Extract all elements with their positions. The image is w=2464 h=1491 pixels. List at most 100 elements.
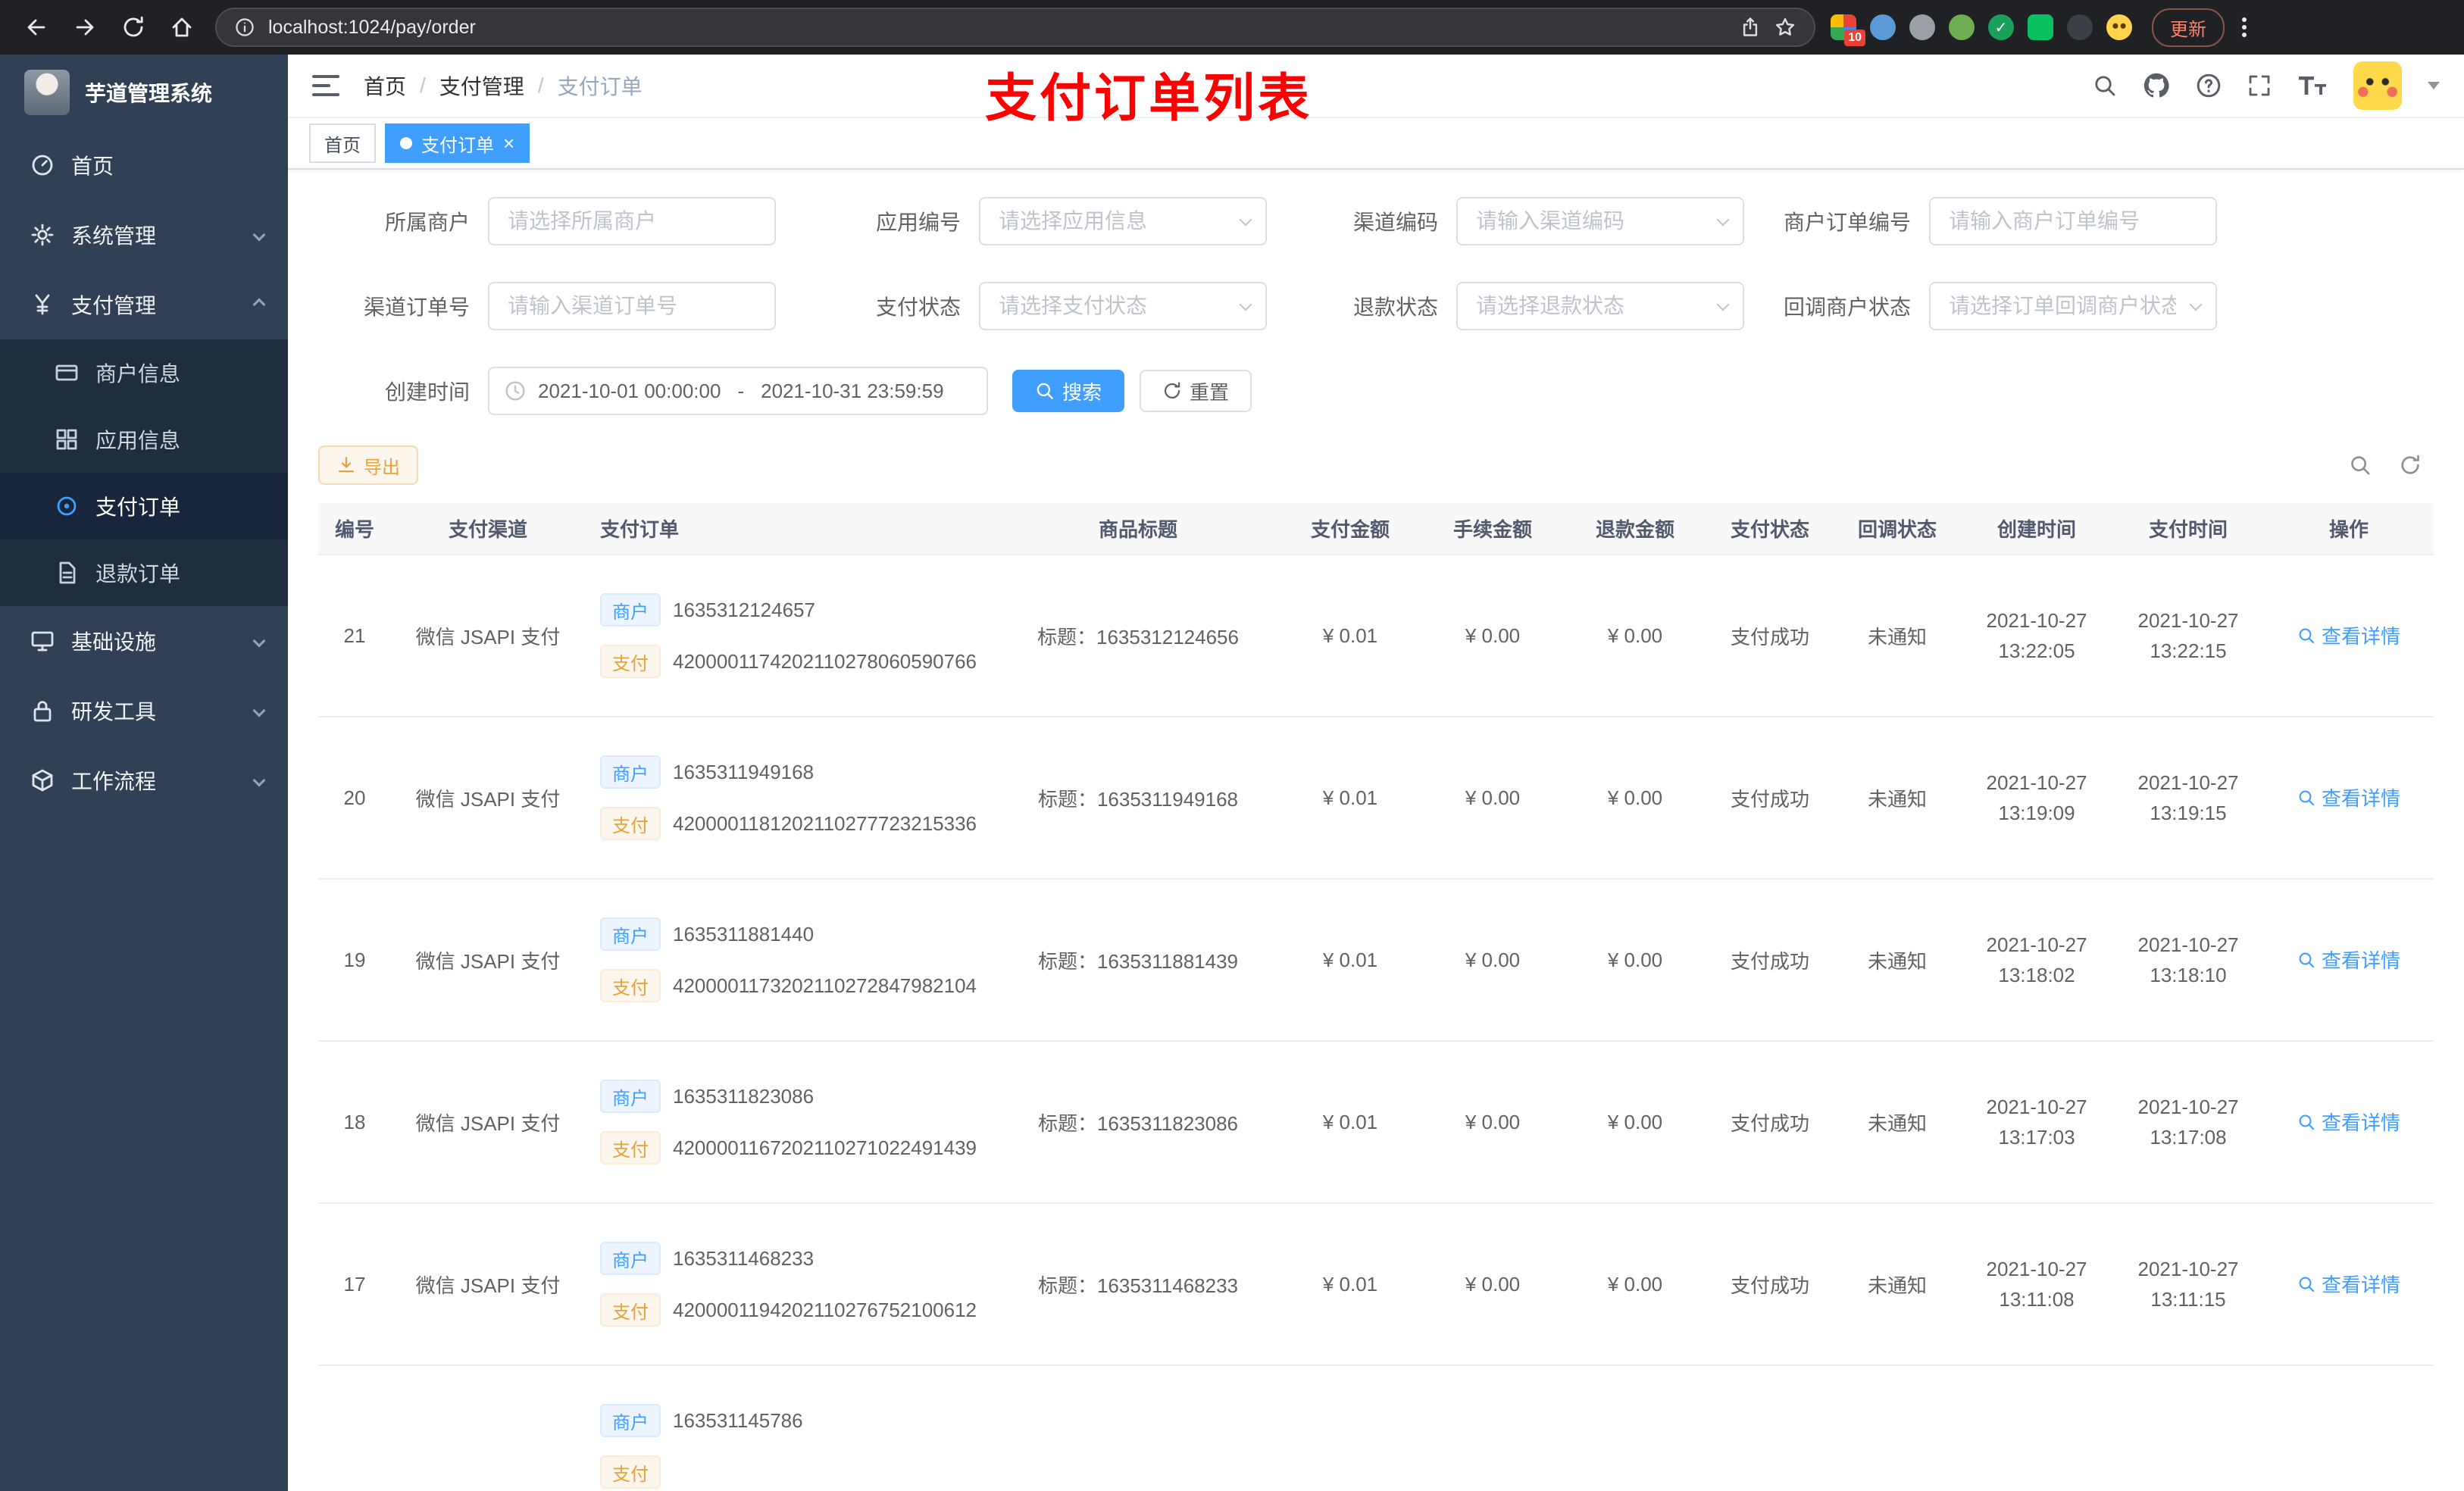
col-create-time: 创建时间: [1961, 503, 2112, 555]
reset-button[interactable]: 重置: [1140, 370, 1252, 412]
filter-row-create-time: 创建时间 2021-10-01 00:00:00 - 2021-10-31 23…: [318, 367, 2434, 415]
info-icon[interactable]: [235, 17, 255, 37]
extension-icon[interactable]: ✓: [1988, 14, 2014, 40]
extension-badge: 10: [1844, 30, 1865, 46]
address-bar[interactable]: localhost:1024/pay/order: [215, 8, 1815, 47]
avatar[interactable]: [2353, 61, 2402, 110]
grid-icon: [55, 427, 79, 452]
breadcrumb-item[interactable]: 首页: [364, 70, 406, 101]
fullscreen-icon[interactable]: [2247, 73, 2272, 98]
tab-home[interactable]: 首页: [309, 123, 376, 163]
sidebar-item-infra[interactable]: 基础设施: [0, 606, 288, 676]
chevron-down-icon: [252, 774, 266, 787]
col-status: 支付状态: [1706, 503, 1834, 555]
view-details-link[interactable]: 查看详情: [2297, 1270, 2400, 1298]
cell-pay-order: 商户 163531145786 支付: [585, 1365, 997, 1491]
search-icon[interactable]: [2093, 73, 2117, 98]
merchant-order-no-input[interactable]: [1929, 197, 2217, 245]
channel-code-select[interactable]: [1456, 197, 1744, 245]
extension-icon[interactable]: [1909, 14, 1935, 40]
sidebar-item-workflow[interactable]: 工作流程: [0, 746, 288, 815]
font-size-icon[interactable]: [2297, 73, 2328, 98]
toggle-search-icon[interactable]: [2349, 454, 2372, 477]
sidebar-item-app-info[interactable]: 应用信息: [0, 406, 288, 473]
sidebar-item-payment[interactable]: 支付管理: [0, 270, 288, 339]
view-details-link[interactable]: 查看详情: [2297, 621, 2400, 649]
view-details-link[interactable]: 查看详情: [2297, 783, 2400, 811]
url-text[interactable]: localhost:1024/pay/order: [268, 17, 1726, 39]
page-header: 首页 / 支付管理 / 支付订单 支付订单列表: [288, 55, 2464, 127]
forward-icon[interactable]: [73, 15, 97, 39]
merchant-tag: 商户: [600, 1242, 661, 1275]
cell-pay-time: 2021-10-27 13:22:15: [2112, 555, 2264, 717]
close-icon[interactable]: ×: [503, 133, 514, 153]
sidebar-item-label: 应用信息: [95, 429, 181, 452]
sidebar-item-home[interactable]: 首页: [0, 130, 288, 200]
table-toolbar-right: [2349, 454, 2434, 477]
cell-actions: 查看详情: [2264, 555, 2434, 717]
sidebar-item-pay-order[interactable]: 支付订单: [0, 473, 288, 539]
sidebar-item-label: 基础设施: [71, 630, 157, 654]
merchant-tag: 商户: [600, 917, 661, 951]
extension-icon[interactable]: [1949, 14, 1975, 40]
date-range-picker[interactable]: 2021-10-01 00:00:00 - 2021-10-31 23:59:5…: [488, 367, 988, 415]
bookmark-star-icon[interactable]: [1775, 17, 1796, 38]
channel-order-no-input[interactable]: [488, 282, 776, 330]
table-row: 18 微信 JSAPI 支付 商户 1635311823086 支付 4200001…: [318, 1041, 2434, 1204]
field-label: 退款状态: [1352, 295, 1438, 319]
extension-icon[interactable]: 10: [1831, 14, 1865, 46]
export-button[interactable]: 导出: [318, 445, 418, 485]
browser-nav: [18, 15, 200, 39]
tags-view-bar: 首页 支付订单 ×: [288, 118, 2464, 170]
back-icon[interactable]: [24, 15, 48, 39]
cell-notify: [1834, 1365, 1961, 1491]
app-select[interactable]: [979, 197, 1267, 245]
sidebar-item-label: 首页: [71, 155, 114, 178]
github-icon[interactable]: [2143, 72, 2170, 99]
merchant-input[interactable]: [488, 197, 776, 245]
sidebar-item-merchant-info[interactable]: 商户信息: [0, 339, 288, 406]
cell-channel: 微信 JSAPI 支付: [391, 1203, 585, 1366]
extension-icon[interactable]: [2106, 14, 2132, 40]
notify-status-select[interactable]: [1929, 282, 2217, 330]
caret-down-icon[interactable]: [2428, 82, 2440, 89]
sidebar-item-refund-order[interactable]: 退款订单: [0, 539, 288, 606]
home-icon[interactable]: [170, 15, 194, 39]
chevron-up-icon: [252, 298, 266, 311]
pay-tag: 支付: [600, 1293, 661, 1327]
field-label: 渠道订单号: [363, 295, 470, 319]
search-button[interactable]: 搜索: [1012, 370, 1125, 412]
filter-field-notify-status: 回调商户状态: [1759, 282, 2434, 330]
chevron-down-icon: [252, 704, 266, 717]
reload-icon[interactable]: [121, 15, 145, 39]
cell-notify: 未通知: [1834, 879, 1961, 1042]
share-icon[interactable]: [1740, 17, 1761, 38]
refresh-icon[interactable]: [2399, 454, 2422, 477]
cell-pay-time: 2021-10-27 13:17:08: [2112, 1041, 2264, 1204]
cell-status: 支付成功: [1706, 717, 1834, 880]
col-title: 商品标题: [997, 503, 1279, 555]
sidebar-item-dev-tools[interactable]: 研发工具: [0, 676, 288, 746]
col-pay-order: 支付订单: [585, 503, 997, 555]
sidebar-item-system[interactable]: 系统管理: [0, 200, 288, 270]
view-details-link[interactable]: 查看详情: [2297, 1108, 2400, 1136]
pay-tag: 支付: [600, 1131, 661, 1164]
sidebar-item-label: 退款订单: [95, 562, 181, 586]
col-amount: 支付金额: [1279, 503, 1421, 555]
extension-icon[interactable]: [2067, 14, 2093, 40]
cell-create-time: 2021-10-27 13:19:09: [1961, 717, 2112, 880]
kebab-menu-icon[interactable]: [2241, 15, 2247, 39]
pay-status-select[interactable]: [979, 282, 1267, 330]
extension-icon[interactable]: [1870, 14, 1896, 40]
pay-no: 4200001167202110271022491439: [673, 1136, 977, 1159]
view-details-link[interactable]: 查看详情: [2297, 946, 2400, 974]
hamburger-icon[interactable]: [312, 75, 339, 96]
refund-status-select[interactable]: [1456, 282, 1744, 330]
browser-update-button[interactable]: 更新: [2152, 8, 2225, 47]
gear-icon: [30, 223, 55, 247]
merchant-tag: 商户: [600, 1080, 661, 1113]
help-icon[interactable]: [2196, 73, 2222, 98]
breadcrumb-item[interactable]: 支付管理: [439, 70, 524, 101]
tab-pay-order[interactable]: 支付订单 ×: [385, 123, 530, 163]
extension-icon[interactable]: [2028, 14, 2053, 40]
